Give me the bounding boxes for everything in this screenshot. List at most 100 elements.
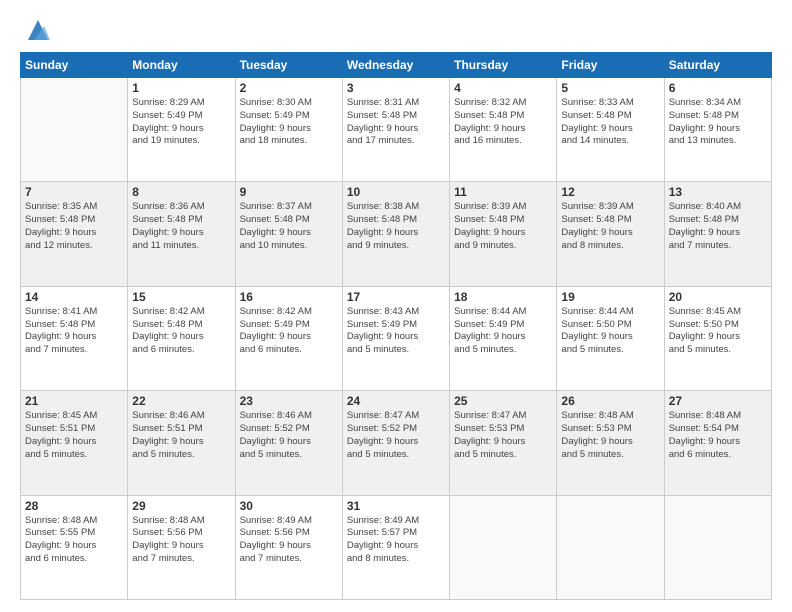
cell-info: Sunrise: 8:41 AM Sunset: 5:48 PM Dayligh… (25, 306, 123, 357)
day-number: 3 (347, 81, 445, 95)
day-header: Tuesday (235, 53, 342, 78)
day-number: 6 (669, 81, 767, 95)
cell-info: Sunrise: 8:32 AM Sunset: 5:48 PM Dayligh… (454, 97, 552, 148)
calendar-cell (21, 78, 128, 182)
day-number: 10 (347, 185, 445, 199)
cell-info: Sunrise: 8:35 AM Sunset: 5:48 PM Dayligh… (25, 201, 123, 252)
calendar-cell: 1 Sunrise: 8:29 AM Sunset: 5:49 PM Daylig… (128, 78, 235, 182)
day-number: 16 (240, 290, 338, 304)
calendar-week-row: 21Sunrise: 8:45 AM Sunset: 5:51 PM Dayli… (21, 391, 772, 495)
cell-info: Sunrise: 8:43 AM Sunset: 5:49 PM Dayligh… (347, 306, 445, 357)
day-number: 31 (347, 499, 445, 513)
day-number: 17 (347, 290, 445, 304)
cell-info: Sunrise: 8:45 AM Sunset: 5:51 PM Dayligh… (25, 410, 123, 461)
page: SundayMondayTuesdayWednesdayThursdayFrid… (0, 0, 792, 612)
calendar-cell: 26 Sunrise: 8:48 AM Sunset: 5:53 PM Dayli… (557, 391, 664, 495)
day-number: 30 (240, 499, 338, 513)
cell-info: Sunrise: 8:33 AM Sunset: 5:48 PM Dayligh… (561, 97, 659, 148)
cell-info: Sunrise: 8:38 AM Sunset: 5:48 PM Dayligh… (347, 201, 445, 252)
cell-info: Sunrise: 8:46 AM Sunset: 5:51 PM Dayligh… (132, 410, 230, 461)
day-number: 5 (561, 81, 659, 95)
calendar-cell: 16 Sunrise: 8:42 AM Sunset: 5:49 PM Dayli… (235, 286, 342, 390)
cell-info: Sunrise: 8:48 AM Sunset: 5:53 PM Dayligh… (561, 410, 659, 461)
cell-info: Sunrise: 8:39 AM Sunset: 5:48 PM Dayligh… (561, 201, 659, 252)
cell-info: Sunrise: 8:29 AM Sunset: 5:49 PM Dayligh… (132, 97, 230, 148)
cell-info: Sunrise: 8:42 AM Sunset: 5:48 PM Dayligh… (132, 306, 230, 357)
cell-info: Sunrise: 8:34 AM Sunset: 5:48 PM Dayligh… (669, 97, 767, 148)
cell-info: Sunrise: 8:36 AM Sunset: 5:48 PM Dayligh… (132, 201, 230, 252)
day-number: 8 (132, 185, 230, 199)
calendar-cell: 22 Sunrise: 8:46 AM Sunset: 5:51 PM Dayli… (128, 391, 235, 495)
day-header: Saturday (664, 53, 771, 78)
cell-info: Sunrise: 8:40 AM Sunset: 5:48 PM Dayligh… (669, 201, 767, 252)
calendar-cell: 21Sunrise: 8:45 AM Sunset: 5:51 PM Dayli… (21, 391, 128, 495)
calendar-cell (664, 495, 771, 599)
calendar-cell: 30 Sunrise: 8:49 AM Sunset: 5:56 PM Dayli… (235, 495, 342, 599)
day-header: Thursday (450, 53, 557, 78)
calendar-cell: 14 Sunrise: 8:41 AM Sunset: 5:48 PM Dayli… (21, 286, 128, 390)
day-header: Monday (128, 53, 235, 78)
day-header: Friday (557, 53, 664, 78)
day-number: 20 (669, 290, 767, 304)
day-header: Sunday (21, 53, 128, 78)
day-number: 25 (454, 394, 552, 408)
cell-info: Sunrise: 8:49 AM Sunset: 5:56 PM Dayligh… (240, 515, 338, 566)
calendar-cell: 3 Sunrise: 8:31 AM Sunset: 5:48 PM Daylig… (342, 78, 449, 182)
calendar-cell (557, 495, 664, 599)
day-number: 19 (561, 290, 659, 304)
day-number: 1 (132, 81, 230, 95)
day-number: 12 (561, 185, 659, 199)
calendar-week-row: 28Sunrise: 8:48 AM Sunset: 5:55 PM Dayli… (21, 495, 772, 599)
cell-info: Sunrise: 8:46 AM Sunset: 5:52 PM Dayligh… (240, 410, 338, 461)
calendar-cell: 7 Sunrise: 8:35 AM Sunset: 5:48 PM Daylig… (21, 182, 128, 286)
calendar-cell: 9Sunrise: 8:37 AM Sunset: 5:48 PM Daylig… (235, 182, 342, 286)
cell-info: Sunrise: 8:31 AM Sunset: 5:48 PM Dayligh… (347, 97, 445, 148)
cell-info: Sunrise: 8:44 AM Sunset: 5:49 PM Dayligh… (454, 306, 552, 357)
calendar-cell: 18Sunrise: 8:44 AM Sunset: 5:49 PM Dayli… (450, 286, 557, 390)
calendar: SundayMondayTuesdayWednesdayThursdayFrid… (20, 52, 772, 600)
calendar-cell: 10 Sunrise: 8:38 AM Sunset: 5:48 PM Dayli… (342, 182, 449, 286)
cell-info: Sunrise: 8:30 AM Sunset: 5:49 PM Dayligh… (240, 97, 338, 148)
calendar-week-row: 14 Sunrise: 8:41 AM Sunset: 5:48 PM Dayli… (21, 286, 772, 390)
cell-info: Sunrise: 8:45 AM Sunset: 5:50 PM Dayligh… (669, 306, 767, 357)
calendar-cell: 6 Sunrise: 8:34 AM Sunset: 5:48 PM Daylig… (664, 78, 771, 182)
cell-info: Sunrise: 8:39 AM Sunset: 5:48 PM Dayligh… (454, 201, 552, 252)
calendar-cell: 11Sunrise: 8:39 AM Sunset: 5:48 PM Dayli… (450, 182, 557, 286)
day-number: 14 (25, 290, 123, 304)
day-number: 22 (132, 394, 230, 408)
day-number: 9 (240, 185, 338, 199)
day-header: Wednesday (342, 53, 449, 78)
day-number: 27 (669, 394, 767, 408)
calendar-cell: 20 Sunrise: 8:45 AM Sunset: 5:50 PM Dayli… (664, 286, 771, 390)
day-number: 26 (561, 394, 659, 408)
calendar-week-row: 7 Sunrise: 8:35 AM Sunset: 5:48 PM Daylig… (21, 182, 772, 286)
calendar-cell: 24Sunrise: 8:47 AM Sunset: 5:52 PM Dayli… (342, 391, 449, 495)
logo (20, 16, 52, 44)
calendar-cell: 17 Sunrise: 8:43 AM Sunset: 5:49 PM Dayli… (342, 286, 449, 390)
day-number: 7 (25, 185, 123, 199)
cell-info: Sunrise: 8:42 AM Sunset: 5:49 PM Dayligh… (240, 306, 338, 357)
header (20, 16, 772, 44)
calendar-cell: 15 Sunrise: 8:42 AM Sunset: 5:48 PM Dayli… (128, 286, 235, 390)
calendar-cell: 13 Sunrise: 8:40 AM Sunset: 5:48 PM Dayli… (664, 182, 771, 286)
day-number: 29 (132, 499, 230, 513)
cell-info: Sunrise: 8:49 AM Sunset: 5:57 PM Dayligh… (347, 515, 445, 566)
calendar-cell: 8 Sunrise: 8:36 AM Sunset: 5:48 PM Daylig… (128, 182, 235, 286)
calendar-cell: 19Sunrise: 8:44 AM Sunset: 5:50 PM Dayli… (557, 286, 664, 390)
day-number: 24 (347, 394, 445, 408)
calendar-cell (450, 495, 557, 599)
logo-icon (24, 16, 52, 44)
cell-info: Sunrise: 8:47 AM Sunset: 5:53 PM Dayligh… (454, 410, 552, 461)
day-number: 28 (25, 499, 123, 513)
calendar-cell: 27 Sunrise: 8:48 AM Sunset: 5:54 PM Dayli… (664, 391, 771, 495)
day-number: 2 (240, 81, 338, 95)
cell-info: Sunrise: 8:48 AM Sunset: 5:54 PM Dayligh… (669, 410, 767, 461)
calendar-cell: 25 Sunrise: 8:47 AM Sunset: 5:53 PM Dayli… (450, 391, 557, 495)
calendar-week-row: 1 Sunrise: 8:29 AM Sunset: 5:49 PM Daylig… (21, 78, 772, 182)
day-number: 13 (669, 185, 767, 199)
cell-info: Sunrise: 8:48 AM Sunset: 5:56 PM Dayligh… (132, 515, 230, 566)
calendar-cell: 2 Sunrise: 8:30 AM Sunset: 5:49 PM Daylig… (235, 78, 342, 182)
day-number: 15 (132, 290, 230, 304)
calendar-cell: 23Sunrise: 8:46 AM Sunset: 5:52 PM Dayli… (235, 391, 342, 495)
calendar-cell: 12 Sunrise: 8:39 AM Sunset: 5:48 PM Dayli… (557, 182, 664, 286)
